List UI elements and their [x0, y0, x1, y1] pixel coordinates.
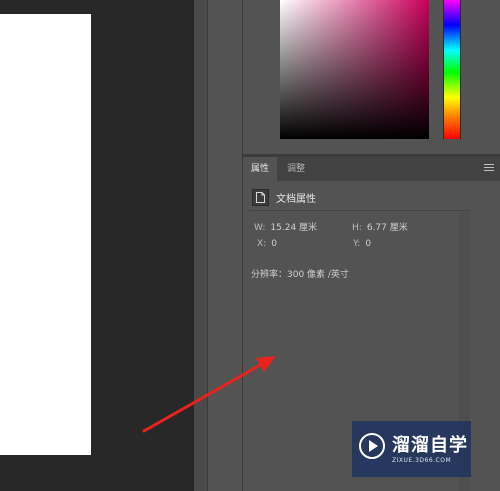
hue-slider[interactable]	[443, 0, 461, 139]
tab-properties[interactable]: 属性	[243, 157, 278, 181]
annotation-arrow	[142, 356, 276, 433]
y-label: Y:	[353, 239, 361, 249]
watermark: 溜溜自学 ZIXUE.3D66.COM	[352, 421, 471, 477]
document-icon	[252, 189, 269, 206]
watermark-url: ZIXUE.3D66.COM	[392, 457, 452, 464]
y-field[interactable]: Y: 0	[353, 239, 371, 249]
height-value: 6.77 厘米	[366, 223, 408, 233]
watermark-text: 溜溜自学	[392, 435, 468, 456]
width-label: W:	[254, 223, 266, 233]
tab-adjustments[interactable]: 调整	[279, 157, 313, 181]
x-label: X:	[257, 239, 267, 249]
height-field[interactable]: H: 6.77 厘米	[352, 220, 408, 233]
x-field[interactable]: X: 0	[257, 239, 277, 249]
resolution-text: 分辨率：300 像素 /英寸	[251, 270, 349, 280]
x-value: 0	[271, 239, 277, 249]
color-picker-field[interactable]	[280, 0, 429, 139]
properties-tab-row: 属性 调整	[243, 157, 500, 181]
panel-title: 文档属性	[276, 194, 316, 205]
document-canvas[interactable]	[0, 14, 91, 455]
width-value: 15.24 厘米	[270, 223, 318, 233]
y-value: 0	[365, 239, 372, 249]
right-panel-strip	[471, 181, 500, 491]
title-separator	[249, 210, 471, 211]
height-label: H:	[352, 223, 362, 233]
play-logo-icon	[359, 433, 385, 459]
hamburger-icon[interactable]	[484, 164, 494, 173]
width-field[interactable]: W: 15.24 厘米	[254, 220, 317, 233]
